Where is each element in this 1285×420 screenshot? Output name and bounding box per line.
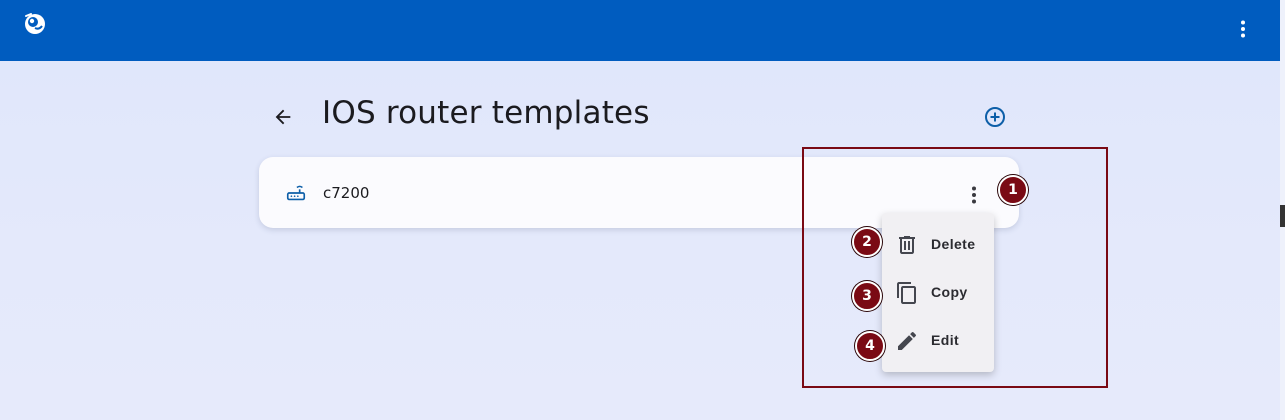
annotation-badge-1: 1 — [998, 175, 1028, 205]
annotation-badge-4: 4 — [855, 331, 885, 361]
add-circle-icon — [985, 107, 1005, 127]
gns3-logo-icon[interactable] — [22, 11, 48, 37]
scrollbar-track[interactable] — [1280, 0, 1285, 420]
annotation-highlight-box — [802, 147, 1108, 388]
add-template-button[interactable] — [982, 104, 1008, 130]
arrow-back-icon — [275, 109, 291, 125]
router-icon — [285, 182, 307, 204]
annotation-badge-2: 2 — [852, 227, 882, 257]
back-button[interactable] — [269, 103, 297, 131]
annotation-badge-3: 3 — [852, 281, 882, 311]
scrollbar-thumb[interactable] — [1280, 205, 1285, 227]
page-title: IOS router templates — [322, 95, 650, 131]
template-name[interactable]: c7200 — [323, 184, 369, 202]
top-app-bar — [0, 0, 1280, 61]
more-vert-icon[interactable] — [1231, 17, 1255, 41]
